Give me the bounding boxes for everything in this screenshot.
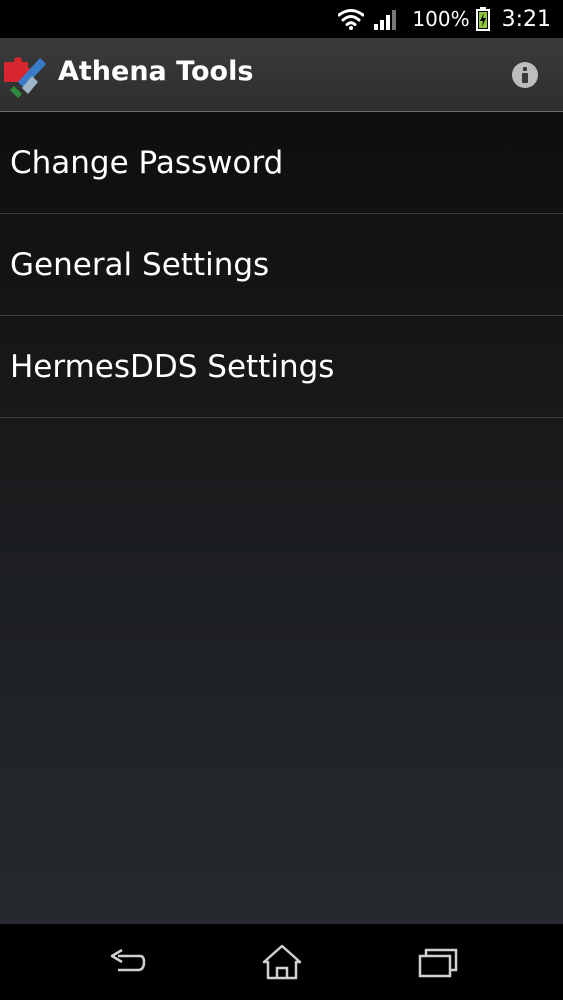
home-icon[interactable] [260,942,304,982]
status-bar: 100% 3:21 [0,0,563,38]
back-icon[interactable] [104,942,148,982]
menu-item-general-settings[interactable]: General Settings [0,214,563,316]
settings-list: Change Password General Settings HermesD… [0,112,563,924]
menu-item-label: Change Password [10,144,284,181]
info-icon[interactable] [512,62,538,88]
menu-item-label: HermesDDS Settings [10,348,335,385]
menu-item-change-password[interactable]: Change Password [0,112,563,214]
app-title: Athena Tools [58,56,254,87]
recent-apps-icon[interactable] [416,942,460,982]
clock: 3:21 [501,6,551,32]
wifi-icon [338,9,365,30]
battery-percent: 100% [412,7,470,31]
action-bar: Athena Tools [0,38,563,112]
tools-puzzle-icon[interactable] [2,54,50,98]
battery-charging-icon [475,7,490,31]
navigation-bar [0,924,563,1000]
signal-icon [374,10,397,30]
menu-item-label: General Settings [10,246,270,283]
menu-item-hermesdds-settings[interactable]: HermesDDS Settings [0,316,563,418]
status-icons: 100% 3:21 [338,0,551,38]
